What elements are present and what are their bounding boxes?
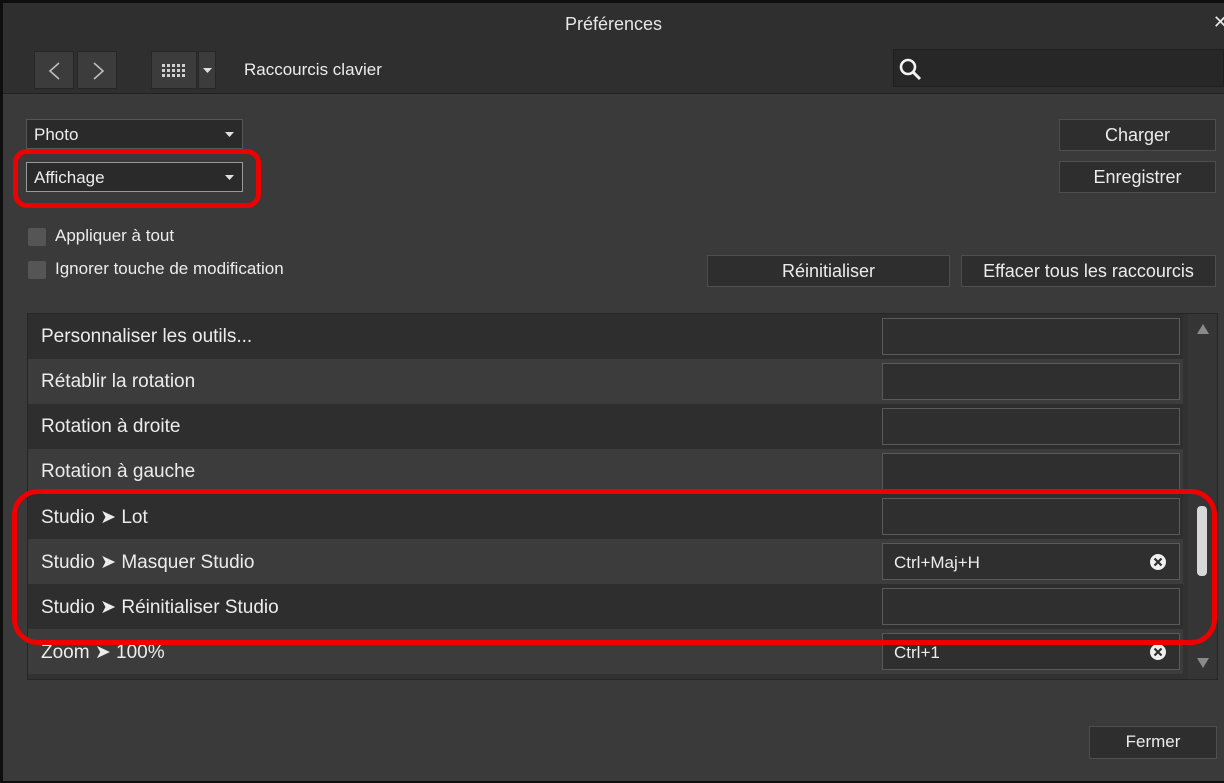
shortcut-key-field[interactable] [882, 408, 1180, 445]
search-input[interactable] [932, 56, 1216, 82]
list-item[interactable]: Personnaliser les outils... [28, 314, 1183, 359]
forward-arrow-icon [93, 62, 105, 80]
highlight-annotation [12, 489, 1217, 645]
shortcut-key-field[interactable] [882, 453, 1180, 490]
load-button[interactable]: Charger [1059, 119, 1216, 151]
list-item[interactable]: Rotation à gauche [28, 449, 1183, 494]
apply-all-label: Appliquer à tout [55, 226, 175, 245]
save-button[interactable]: Enregistrer [1059, 161, 1216, 193]
back-arrow-icon [48, 62, 60, 80]
dropdown-arrow-icon [203, 68, 212, 73]
chevron-down-icon [225, 132, 234, 137]
shortcut-name: Personnaliser les outils... [41, 326, 253, 347]
search-box[interactable] [893, 49, 1224, 87]
ignore-modifier-label: Ignorer touche de modification [55, 259, 284, 278]
scroll-up-icon[interactable] [1197, 324, 1209, 334]
shortcut-key-field[interactable] [882, 318, 1180, 355]
back-button[interactable] [34, 51, 74, 89]
grid-menu-button[interactable] [198, 51, 216, 89]
preferences-window: Préférences ✕ Raccourcis clavier Photo A… [3, 3, 1224, 781]
search-icon [899, 58, 922, 81]
close-button[interactable]: Fermer [1089, 726, 1217, 759]
clear-all-button[interactable]: Effacer tous les raccourcis [961, 255, 1216, 287]
reset-button[interactable]: Réinitialiser [707, 255, 950, 287]
grid-view-button[interactable] [151, 51, 197, 89]
close-icon[interactable]: ✕ [1213, 12, 1224, 33]
list-item[interactable]: Rotation à droite [28, 404, 1183, 449]
shortcut-name: Rotation à droite [41, 416, 181, 437]
title-bar: Préférences ✕ [3, 3, 1224, 43]
section-label: Raccourcis clavier [244, 60, 382, 79]
forward-button[interactable] [77, 51, 117, 89]
shortcut-key-field[interactable] [882, 363, 1180, 400]
ignore-modifier-checkbox[interactable] [28, 261, 46, 279]
clear-icon[interactable] [1149, 643, 1167, 661]
app-dropdown[interactable]: Photo [26, 119, 243, 149]
grid-icon [162, 64, 185, 77]
list-item[interactable]: Rétablir la rotation [28, 359, 1183, 404]
window-title: Préférences [564, 14, 663, 34]
toolbar: Raccourcis clavier [3, 43, 1224, 94]
apply-all-checkbox[interactable] [28, 228, 46, 246]
highlight-annotation [13, 149, 261, 208]
app-dropdown-value: Photo [34, 125, 79, 144]
shortcut-name: Rétablir la rotation [41, 371, 196, 392]
shortcut-key-value: Ctrl+1 [894, 643, 940, 662]
shortcut-name: Rotation à gauche [41, 461, 196, 482]
scroll-down-icon[interactable] [1197, 658, 1209, 668]
